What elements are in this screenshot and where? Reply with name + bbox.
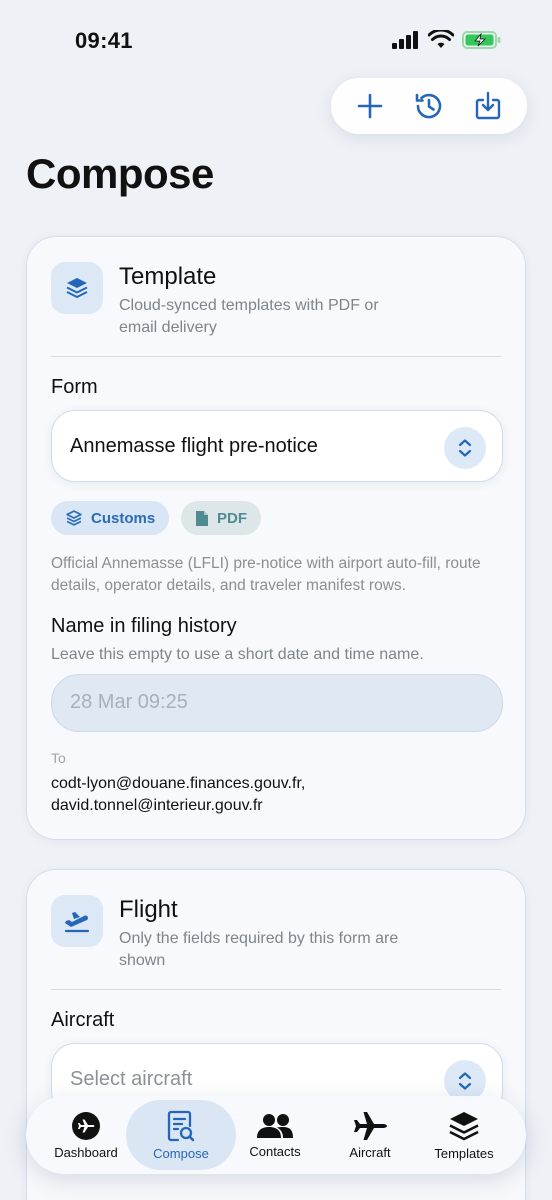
to-recipient-2: david.tonnel@interieur.gouv.fr: [51, 797, 263, 814]
history-button[interactable]: [409, 86, 449, 126]
status-icons: [392, 30, 502, 50]
stack-icon: [66, 278, 88, 298]
plane-circle-icon: [72, 1111, 100, 1140]
tab-aircraft[interactable]: Aircraft: [332, 1100, 408, 1170]
filing-name-field[interactable]: [51, 674, 503, 732]
pdf-chip-label: PDF: [217, 509, 247, 527]
signal-icon: [392, 31, 418, 49]
template-card-icon: [51, 262, 103, 314]
aircraft-label: Aircraft: [51, 1009, 115, 1031]
airplane-icon: [354, 1111, 387, 1140]
tab-compose-label: Compose: [153, 1145, 209, 1161]
customs-chip: Customs: [51, 501, 170, 535]
tab-dashboard-label: Dashboard: [54, 1144, 118, 1160]
people-icon: [257, 1113, 293, 1138]
tab-templates-label: Templates: [434, 1145, 494, 1161]
filing-name-input[interactable]: [70, 691, 470, 714]
flight-card-title: Flight: [119, 896, 178, 923]
template-card: Template Cloud-synced templates with PDF…: [26, 236, 526, 840]
divider: [51, 356, 501, 357]
stack-icon: [449, 1111, 479, 1140]
filing-name-label: Name in filing history: [51, 615, 237, 637]
tab-compose[interactable]: Compose: [126, 1100, 236, 1170]
tab-aircraft-label: Aircraft: [349, 1144, 391, 1160]
battery-charging-icon: [462, 31, 501, 49]
form-label: Form: [51, 376, 98, 398]
aircraft-select-placeholder: Select aircraft: [70, 1068, 193, 1090]
to-recipient-1: codt-lyon@douane.finances.gouv.fr,: [51, 775, 306, 792]
page-title: Compose: [26, 150, 214, 197]
tab-contacts[interactable]: Contacts: [236, 1100, 314, 1170]
import-button[interactable]: [468, 86, 508, 126]
tab-dashboard[interactable]: Dashboard: [40, 1100, 132, 1170]
customs-chip-label: Customs: [91, 509, 156, 527]
chevron-updown-icon: [444, 427, 486, 469]
wifi-icon: [428, 30, 454, 48]
pdf-chip: PDF: [181, 501, 261, 535]
tab-contacts-label: Contacts: [249, 1143, 301, 1159]
template-card-title: Template: [119, 263, 217, 290]
tab-templates[interactable]: Templates: [424, 1100, 504, 1170]
flight-card-subtitle: Only the fields required by this form ar…: [119, 930, 399, 969]
filing-name-hint: Leave this empty to use a short date and…: [51, 646, 424, 663]
stack-icon: [66, 510, 82, 526]
flight-card-icon: [51, 895, 103, 947]
top-toolbar: [331, 78, 527, 134]
status-time: 09:41: [75, 28, 133, 53]
status-bar: 09:41: [0, 0, 552, 78]
form-select-value: Annemasse flight pre-notice: [70, 435, 318, 457]
divider: [51, 989, 501, 990]
add-button[interactable]: [350, 86, 390, 126]
compose-document-icon: [167, 1110, 195, 1141]
history-clock-icon: [415, 93, 442, 119]
plus-icon: [358, 93, 383, 119]
plane-departure-icon: [64, 912, 90, 933]
tab-bar: Dashboard Compose Contacts Aircraft Temp…: [26, 1096, 526, 1174]
document-icon: [196, 510, 208, 526]
tray-download-icon: [475, 91, 500, 120]
template-card-subtitle: Cloud-synced templates with PDF or email…: [119, 297, 379, 336]
to-label: To: [51, 750, 66, 766]
template-description: Official Annemasse (LFLI) pre-notice wit…: [51, 555, 481, 594]
form-select[interactable]: Annemasse flight pre-notice: [51, 410, 503, 482]
